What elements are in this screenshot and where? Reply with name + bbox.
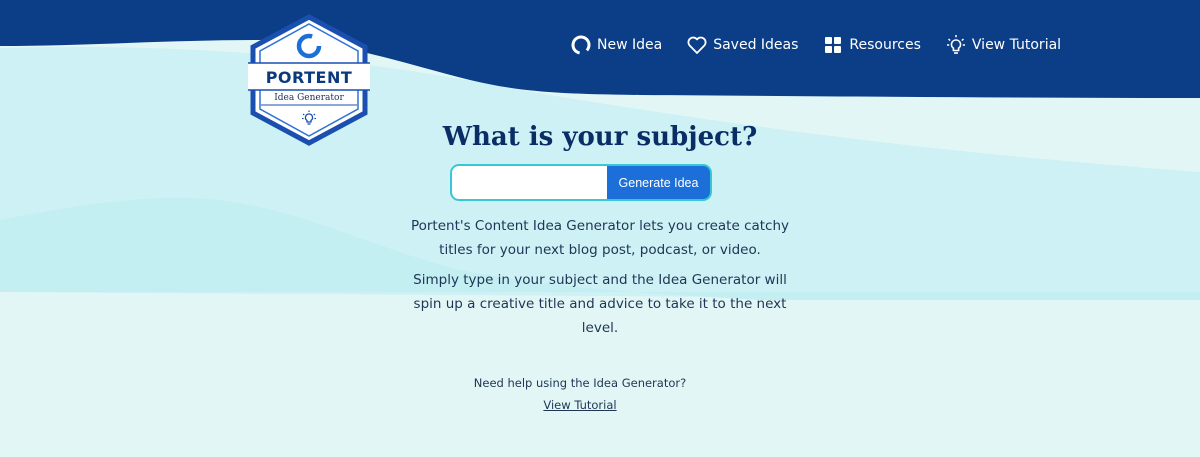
- help-text: Need help using the Idea Generator?: [473, 376, 687, 390]
- page-title: What is your subject?: [442, 122, 758, 152]
- generate-idea-button[interactable]: Generate Idea: [607, 164, 712, 201]
- description-instructions: Simply type in your subject and the Idea…: [413, 272, 787, 336]
- subject-form: Generate Idea: [450, 164, 712, 201]
- description-intro: Portent's Content Idea Generator lets yo…: [410, 218, 790, 258]
- view-tutorial-link[interactable]: View Tutorial: [480, 398, 680, 412]
- subject-input[interactable]: [450, 164, 607, 201]
- main-content: What is your subject? Generate Idea Port…: [0, 0, 1200, 457]
